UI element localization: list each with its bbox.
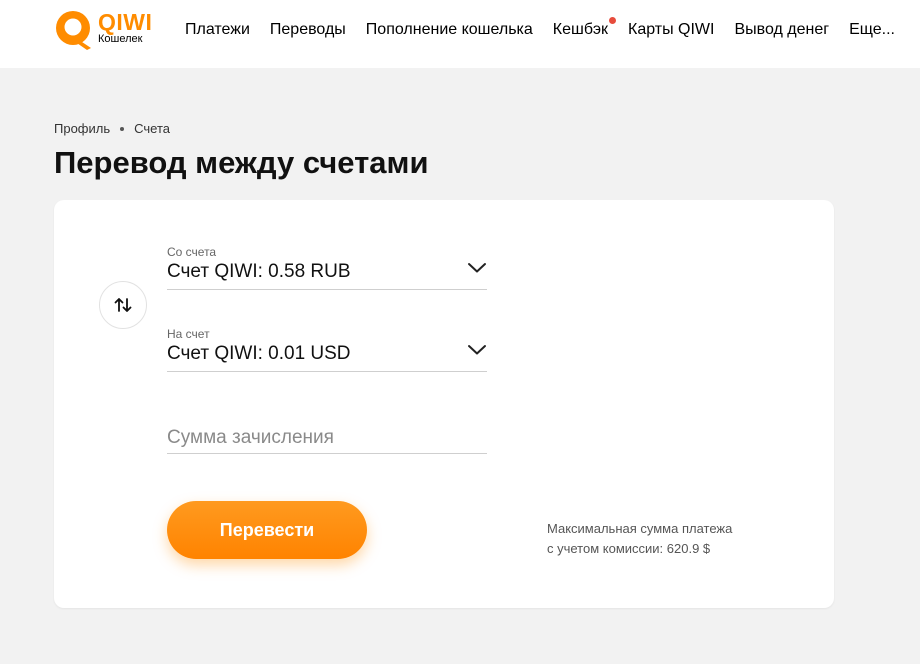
breadcrumb-item-profile[interactable]: Профиль xyxy=(54,121,110,137)
nav-item[interactable]: Еще... xyxy=(849,20,895,40)
from-account-select[interactable]: Со счета Счет QIWI: 0.58 RUB xyxy=(167,244,487,290)
to-account-select[interactable]: На счет Счет QIWI: 0.01 USD xyxy=(167,326,487,372)
swap-accounts-button[interactable] xyxy=(99,281,147,329)
nav-item-label: Платежи xyxy=(185,21,250,38)
notification-dot xyxy=(609,17,616,24)
from-account-label: Со счета xyxy=(167,245,217,259)
chevron-down-icon xyxy=(468,263,486,273)
logo-brand: QIWI xyxy=(98,9,153,35)
nav-item[interactable]: Карты QIWI xyxy=(628,20,714,40)
nav-item-label: Пополнение кошелька xyxy=(365,21,533,38)
logo-subtitle: Кошелек xyxy=(98,33,143,45)
nav-item[interactable]: Вывод денег xyxy=(734,20,829,40)
to-account-label: На счет xyxy=(167,327,210,341)
nav-item[interactable]: Платежи xyxy=(185,20,250,40)
qiwi-logo[interactable]: QIWI Кошелек xyxy=(53,8,163,52)
nav-item[interactable]: Кешбэк xyxy=(552,17,616,40)
breadcrumb: Профиль Счета xyxy=(54,121,170,137)
top-header: QIWI Кошелек Платежи Переводы Пополнение к… xyxy=(0,0,920,68)
max-note-line2: с учетом комиссии: 620.9 $ xyxy=(547,541,711,556)
swap-arrows-icon xyxy=(114,298,132,312)
max-note-line1: Максимальная сумма платежа xyxy=(547,521,733,536)
page-title: Перевод между счетами xyxy=(54,145,429,180)
max-payment-note: Максимальная сумма платежа с учетом коми… xyxy=(547,519,787,559)
main-nav: Платежи Переводы Пополнение кошелька Кешбэк… xyxy=(185,17,895,40)
nav-item-label: Кешбэк xyxy=(552,21,608,38)
transfer-button[interactable]: Перевести xyxy=(167,501,367,559)
nav-item-label: Еще... xyxy=(849,21,895,38)
nav-item-label: Карты QIWI xyxy=(628,21,715,38)
qiwi-logo-icon xyxy=(56,11,91,50)
nav-item[interactable]: Переводы xyxy=(270,20,346,40)
nav-item-label: Переводы xyxy=(269,21,346,38)
from-account-value: Счет QIWI: 0.58 RUB xyxy=(167,261,351,282)
nav-item-label: Вывод денег xyxy=(734,21,830,38)
to-account-value: Счет QIWI: 0.01 USD xyxy=(167,343,351,364)
chevron-down-icon xyxy=(468,345,486,355)
nav-item[interactable]: Пополнение кошелька xyxy=(366,20,533,40)
breadcrumb-item-accounts[interactable]: Счета xyxy=(134,121,170,137)
amount-input[interactable] xyxy=(167,422,487,454)
breadcrumb-separator xyxy=(120,127,125,131)
transfer-card: Со счета Счет QIWI: 0.58 RUB На счет Сче… xyxy=(54,200,834,608)
